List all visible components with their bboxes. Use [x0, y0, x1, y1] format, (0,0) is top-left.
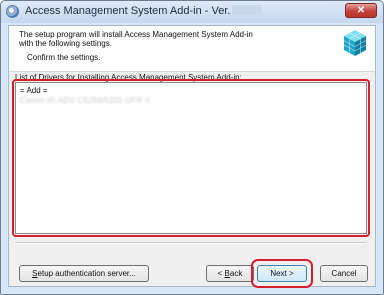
- installer-window: Access Management System Add-in - Ver. ✕…: [0, 0, 384, 295]
- window-title: Access Management System Add-in - Ver.: [25, 5, 263, 17]
- setup-authentication-server-button[interactable]: Setup authentication server...: [19, 265, 149, 282]
- close-icon: ✕: [356, 5, 366, 16]
- close-button[interactable]: ✕: [345, 3, 377, 18]
- back-label: ack: [229, 269, 243, 278]
- title-bar[interactable]: Access Management System Add-in - Ver. ✕: [1, 1, 383, 23]
- header-subtitle: Confirm the settings.: [27, 53, 101, 62]
- cube-stack-icon: [343, 30, 367, 56]
- header-text-line1: The setup program will install Access Ma…: [19, 30, 253, 39]
- back-button[interactable]: < Back: [206, 265, 254, 282]
- drivers-list-highlight: [12, 79, 370, 237]
- next-button-highlight: [251, 259, 313, 288]
- setup-auth-label: etup authentication server...: [37, 269, 136, 278]
- separator-line: [15, 242, 367, 244]
- header-text-line2: with the following settings.: [19, 39, 112, 48]
- header-panel: The setup program will install Access Ma…: [9, 26, 375, 72]
- setup-globe-icon: [6, 5, 19, 18]
- version-redacted: [232, 5, 263, 15]
- dialog-body: The setup program will install Access Ma…: [8, 25, 376, 288]
- window-title-text: Access Management System Add-in - Ver.: [25, 5, 231, 17]
- back-prefix: <: [217, 269, 225, 278]
- cancel-button[interactable]: Cancel: [320, 265, 368, 282]
